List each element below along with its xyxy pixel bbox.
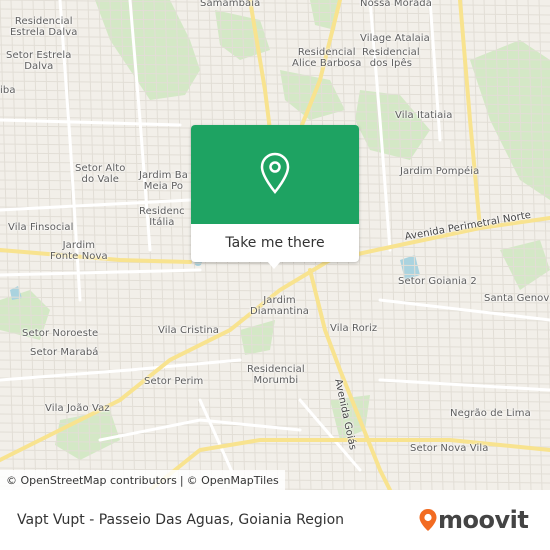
moovit-logo[interactable]: moovit [418,506,529,534]
area-label: Setor Noroeste [22,328,99,339]
area-label: Negrão de Lima [450,408,531,419]
area-label: Santa Genov [484,293,550,304]
map[interactable]: Samambaia Nossa Morada Residencial Estrela … [0,0,550,490]
area-label: Vilage Atalaia [360,33,430,44]
area-label: Residencial Estrela Dalva [10,16,78,38]
openstreetmap-link[interactable]: © OpenStreetMap contributors [6,474,177,487]
area-label: Jardim Ba Meia Po [139,170,188,192]
area-label: Nossa Morada [360,0,432,9]
area-label: Residencial Morumbi [247,364,305,386]
area-label: Vila Cristina [158,325,220,336]
area-label: Vila João Vaz [45,403,110,414]
map-attribution: © OpenStreetMap contributors | © OpenMap… [0,470,285,490]
attribution-separator: | [179,473,184,487]
area-label: Residenc Itália [139,206,185,228]
area-label: Setor Marabá [30,347,99,358]
area-label: iba [0,85,16,96]
location-popup: Take me there [191,125,359,269]
moovit-wordmark: moovit [438,506,529,534]
location-title: Vapt Vupt - Passeio Das Aguas, Goiania R… [17,512,345,528]
area-label: Samambaia [200,0,261,9]
area-label: Jardim Pompéia [400,166,480,177]
openmaptiles-link[interactable]: © OpenMapTiles [187,474,279,487]
take-me-there-button[interactable]: Take me there [191,224,359,262]
area-label: Setor Nova Vila [410,443,489,454]
area-label: Vila Finsocial [8,222,74,233]
area-label: Residencial dos Ipês [362,47,420,69]
moovit-pin-icon [419,509,437,531]
area-label: Setor Perim [144,376,204,387]
area-label: Vila Roriz [330,323,378,334]
area-label: Vila Itatiaia [395,110,453,121]
area-label: Residencial Alice Barbosa [292,47,362,69]
popup-header [191,125,359,224]
area-label: Setor Alto do Vale [75,163,126,185]
popup-pointer [267,261,281,269]
footer: Vapt Vupt - Passeio Das Aguas, Goiania R… [0,490,550,550]
area-label: Jardim Diamantina [250,295,309,317]
map-pin-icon [260,152,290,194]
area-label: Setor Goiania 2 [398,276,477,287]
area-label: Setor Estrela Dalva [6,50,72,72]
area-label: Jardim Fonte Nova [50,240,108,262]
